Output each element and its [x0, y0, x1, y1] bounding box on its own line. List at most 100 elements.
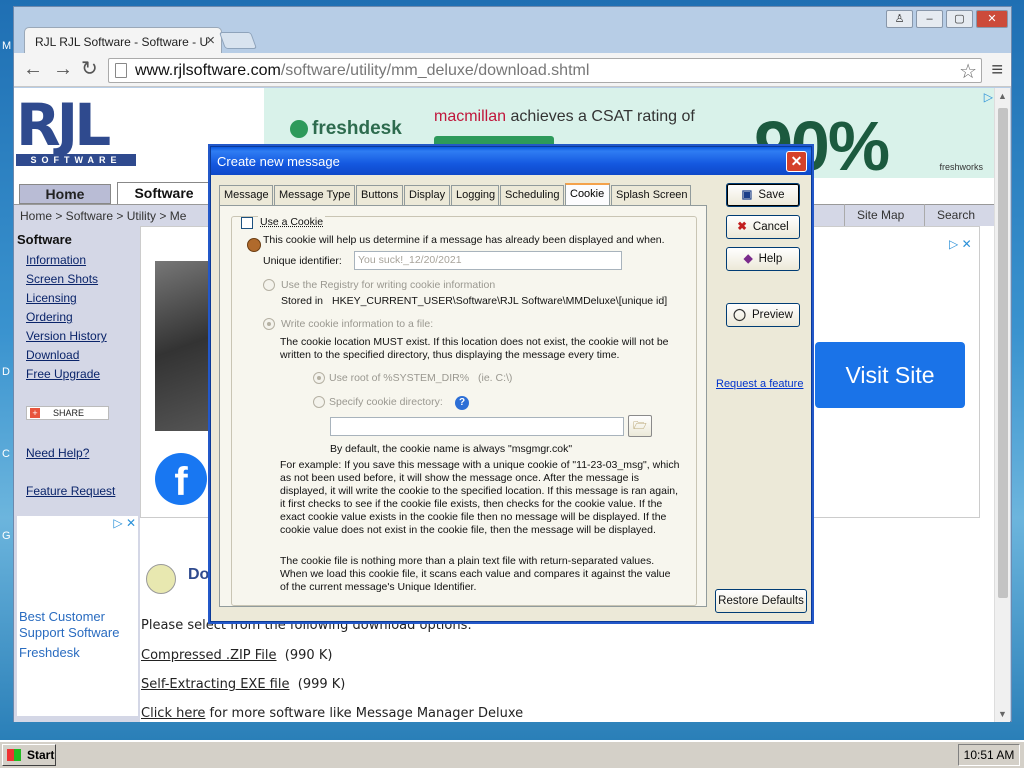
file-radio[interactable]: [263, 318, 275, 330]
tab-message[interactable]: Message: [219, 185, 273, 205]
create-message-dialog: Create new message ✕ Message Message Typ…: [210, 146, 812, 622]
sidebar-title: Software: [17, 232, 72, 247]
sidebar: Software Information Screen Shots Licens…: [14, 226, 140, 722]
menu-icon[interactable]: ≡: [991, 59, 1003, 82]
feature-request-link[interactable]: Feature Request: [26, 484, 115, 498]
registry-radio[interactable]: [263, 279, 275, 291]
cookie-group: Use a Cookie This cookie will help us de…: [231, 216, 697, 606]
freshdesk-icon: [290, 119, 308, 138]
tab-home[interactable]: Home: [19, 184, 111, 204]
sidebar-link-information[interactable]: Information: [26, 253, 86, 267]
share-label: SHARE: [53, 408, 85, 418]
back-icon[interactable]: ←: [23, 59, 43, 79]
url-host: www.rjlsoftware.com: [135, 62, 281, 79]
plus-icon: +: [30, 408, 40, 418]
use-root-radio[interactable]: [313, 372, 325, 384]
minimize-button[interactable]: –: [916, 10, 943, 28]
save-button[interactable]: ▣ Save: [726, 183, 800, 207]
site-map-link[interactable]: Site Map: [844, 204, 916, 226]
specify-dir-radio[interactable]: [313, 396, 325, 408]
request-feature-link[interactable]: Request a feature: [716, 378, 803, 390]
tab-logging[interactable]: Logging: [451, 185, 499, 205]
rjl-logo[interactable]: RJL SOFTWARE: [16, 96, 138, 170]
sidebar-link-download[interactable]: Download: [26, 348, 79, 362]
scroll-down-icon[interactable]: ▼: [998, 709, 1007, 719]
dialog-close-button[interactable]: ✕: [786, 151, 807, 172]
use-cookie-checkbox[interactable]: [241, 217, 253, 229]
specify-dir-label: Specify cookie directory:: [329, 396, 443, 408]
plain-text-note: The cookie file is nothing more than a p…: [280, 555, 671, 593]
tab-splash-screen[interactable]: Splash Screen: [611, 185, 691, 205]
help-book-icon: ◆: [743, 253, 753, 265]
sidebar-link-screen-shots[interactable]: Screen Shots: [26, 272, 98, 286]
need-help-link[interactable]: Need Help?: [26, 446, 89, 460]
adchoices-icon[interactable]: ▷ ✕: [113, 516, 136, 530]
bookmark-star-icon[interactable]: ☆: [959, 59, 977, 84]
desktop-icon-label: D: [2, 366, 10, 378]
scroll-thumb[interactable]: [998, 108, 1008, 598]
example-text: For example: If you save this message wi…: [280, 459, 680, 536]
help-button[interactable]: ◆ Help: [726, 247, 800, 271]
close-window-button[interactable]: ✕: [976, 10, 1008, 28]
tab-software[interactable]: Software: [117, 182, 211, 204]
help-circle-icon[interactable]: ?: [455, 396, 469, 410]
unique-id-input[interactable]: You suck!_12/20/2021: [354, 251, 622, 270]
use-cookie-label[interactable]: Use a Cookie: [258, 216, 326, 228]
tab-close-icon[interactable]: ×: [206, 32, 215, 49]
reload-icon[interactable]: ↻: [81, 59, 98, 79]
facebook-icon[interactable]: f: [155, 453, 207, 505]
ad-brand-label: freshdesk: [312, 118, 402, 139]
adchoices-icon[interactable]: ▷ ✕: [949, 237, 972, 251]
sidebar-ad[interactable]: ▷ ✕ Best Customer Support Software Fresh…: [17, 516, 138, 716]
cookie-dir-input[interactable]: [330, 417, 624, 436]
profile-icon[interactable]: ♙: [886, 10, 913, 28]
preview-button[interactable]: ◯ Preview: [726, 303, 800, 327]
share-button[interactable]: + SHARE: [26, 406, 109, 420]
adchoices-icon[interactable]: ▷: [984, 90, 993, 104]
visit-site-button[interactable]: Visit Site: [815, 342, 965, 408]
dialog-title: Create new message: [217, 154, 340, 169]
ad-headline-brand: macmillan: [434, 108, 507, 125]
search-link[interactable]: Search: [924, 204, 987, 226]
use-root-label: Use root of %SYSTEM_DIR%: [329, 372, 470, 384]
new-tab-button[interactable]: [218, 32, 258, 49]
sidebar-ad-text: Support Software: [19, 625, 120, 640]
address-bar[interactable]: www.rjlsoftware.com/software/utility/mm_…: [108, 58, 982, 83]
cookie-panel: Use a Cookie This cookie will help us de…: [219, 205, 707, 607]
taskbar: Start 10:51 AM: [0, 740, 1024, 768]
maximize-button[interactable]: ▢: [946, 10, 973, 28]
exe-size: (999 K): [297, 677, 346, 692]
sidebar-link-version-history[interactable]: Version History: [26, 329, 107, 343]
more-software-link[interactable]: Click here: [141, 706, 205, 721]
sidebar-link-ordering[interactable]: Ordering: [26, 310, 73, 324]
stored-in-value: HKEY_CURRENT_USER\Software\RJL Software\…: [332, 295, 668, 307]
windows-logo-icon: [7, 749, 21, 761]
dialog-title-bar[interactable]: Create new message ✕: [211, 147, 811, 175]
cancel-icon: ✖: [737, 221, 747, 233]
browse-folder-button[interactable]: 🗁: [628, 415, 652, 437]
zip-download-link[interactable]: Compressed .ZIP File: [141, 648, 277, 663]
use-root-hint: (ie. C:\): [478, 372, 513, 384]
restore-defaults-button[interactable]: Restore Defaults: [715, 589, 807, 613]
sidebar-link-free-upgrade[interactable]: Free Upgrade: [26, 367, 100, 381]
ad-brand: freshdesk: [290, 118, 402, 140]
forward-icon[interactable]: →: [53, 59, 73, 79]
breadcrumb-text[interactable]: Home > Software > Utility > Me: [20, 209, 186, 223]
tab-display[interactable]: Display: [404, 185, 450, 205]
scroll-up-icon[interactable]: ▲: [998, 91, 1007, 101]
system-clock[interactable]: 10:51 AM: [958, 744, 1020, 766]
tab-buttons[interactable]: Buttons: [356, 185, 403, 205]
start-button[interactable]: Start: [2, 744, 56, 766]
tab-scheduling[interactable]: Scheduling: [500, 185, 564, 205]
desktop-icon-label: G: [2, 530, 11, 542]
sidebar-link-licensing[interactable]: Licensing: [26, 291, 77, 305]
page-scrollbar[interactable]: ▲ ▼: [994, 88, 1010, 722]
save-icon: ▣: [741, 189, 753, 201]
tab-cookie[interactable]: Cookie: [565, 183, 610, 206]
tab-message-type[interactable]: Message Type: [274, 185, 355, 205]
cancel-button[interactable]: ✖ Cancel: [726, 215, 800, 239]
tab-title: RJL RJL Software - Software - U: [35, 35, 209, 49]
unique-id-label: Unique identifier:: [263, 255, 342, 267]
exe-download-link[interactable]: Self-Extracting EXE file: [141, 677, 289, 692]
browser-tab[interactable]: RJL RJL Software - Software - U ×: [24, 27, 222, 55]
